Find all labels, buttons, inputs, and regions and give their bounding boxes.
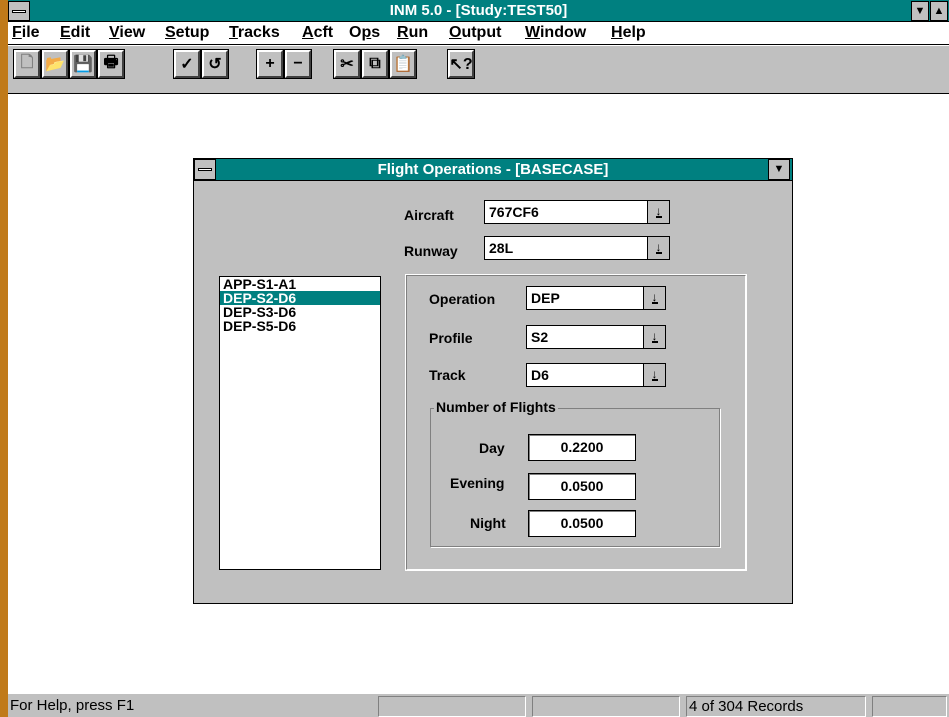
- dialog-titlebar[interactable]: Flight Operations - [BASECASE] ▼: [194, 159, 792, 181]
- track-combo[interactable]: D6 ↓: [526, 363, 666, 387]
- menu-ops[interactable]: Ops: [349, 24, 380, 42]
- status-panel: [872, 696, 947, 717]
- menu-window[interactable]: Window: [525, 24, 586, 42]
- plus-icon: +: [265, 55, 275, 72]
- runway-label: Runway: [404, 243, 458, 259]
- menu-output[interactable]: Output: [449, 24, 501, 42]
- menu-bar: File Edit View Setup Tracks Acft Ops Run…: [8, 22, 949, 45]
- app-titlebar[interactable]: INM 5.0 - [Study:TEST50] ▼ ▲: [8, 0, 949, 22]
- down-arrow-icon: ▼: [914, 5, 926, 17]
- open-button[interactable]: 📂: [41, 49, 69, 79]
- save-disk-icon: 💾: [73, 56, 93, 73]
- toolbar: 🗋 📂 💾 🖶 ✓ ↺ + − ✂ ⧉ 📋 ↖?: [8, 46, 949, 94]
- context-help-icon: ↖?: [449, 56, 473, 73]
- status-panel: [532, 696, 680, 717]
- profile-label: Profile: [429, 330, 473, 346]
- dropdown-arrow-icon[interactable]: ↓: [643, 364, 665, 386]
- new-file-button[interactable]: 🗋: [13, 49, 41, 79]
- check-icon: ✓: [180, 56, 194, 73]
- print-icon: 🖶: [103, 53, 119, 71]
- operation-label: Operation: [429, 291, 496, 307]
- night-label: Night: [470, 515, 506, 531]
- status-panel: [378, 696, 526, 717]
- menu-run[interactable]: Run: [397, 24, 428, 42]
- aircraft-combo[interactable]: 767CF6 ↓: [484, 200, 670, 224]
- menu-acft[interactable]: Acft: [302, 24, 333, 42]
- aircraft-label: Aircraft: [404, 207, 454, 223]
- flight-operations-dialog: Flight Operations - [BASECASE] ▼ Aircraf…: [193, 158, 793, 604]
- dialog-system-menu-button[interactable]: [194, 159, 216, 180]
- undo-button[interactable]: ↺: [201, 49, 229, 79]
- maximize-button[interactable]: ▲: [930, 1, 948, 21]
- status-records: 4 of 304 Records: [686, 696, 866, 717]
- evening-label: Evening: [450, 475, 505, 491]
- evening-input[interactable]: 0.0500: [528, 473, 636, 500]
- menu-file[interactable]: File: [12, 24, 40, 42]
- context-help-button[interactable]: ↖?: [447, 49, 475, 79]
- list-item[interactable]: APP-S1-A1: [220, 277, 380, 291]
- system-menu-icon: [198, 168, 212, 171]
- night-input[interactable]: 0.0500: [528, 510, 636, 537]
- day-input[interactable]: 0.2200: [528, 434, 636, 461]
- aircraft-value: 767CF6: [489, 204, 539, 220]
- open-folder-icon: 📂: [45, 56, 65, 73]
- dropdown-arrow-icon[interactable]: ↓: [643, 287, 665, 309]
- dropdown-arrow-icon[interactable]: ↓: [647, 201, 669, 223]
- mdi-client-area: Flight Operations - [BASECASE] ▼ Aircraf…: [8, 95, 949, 690]
- accept-button[interactable]: ✓: [173, 49, 201, 79]
- down-arrow-icon: ▼: [773, 163, 785, 175]
- profile-combo[interactable]: S2 ↓: [526, 325, 666, 349]
- minus-icon: −: [293, 55, 303, 72]
- list-item[interactable]: DEP-S3-D6: [220, 305, 380, 319]
- status-help-text: For Help, press F1: [10, 697, 135, 714]
- track-label: Track: [429, 367, 466, 383]
- print-button[interactable]: 🖶: [97, 49, 125, 79]
- up-arrow-icon: ▲: [933, 5, 945, 17]
- list-item-selected[interactable]: DEP-S2-D6: [220, 291, 380, 305]
- copy-icon: ⧉: [369, 55, 381, 72]
- dropdown-arrow-icon[interactable]: ↓: [647, 237, 669, 259]
- cut-button[interactable]: ✂: [333, 49, 361, 79]
- add-record-button[interactable]: +: [256, 49, 284, 79]
- profile-value: S2: [531, 329, 549, 345]
- number-of-flights-label: Number of Flights: [434, 399, 558, 415]
- runway-value: 28L: [489, 240, 514, 256]
- operations-list[interactable]: APP-S1-A1 DEP-S2-D6 DEP-S3-D6 DEP-S5-D6: [219, 276, 381, 570]
- app-title: INM 5.0 - [Study:TEST50]: [389, 2, 568, 19]
- cut-icon: ✂: [340, 56, 354, 73]
- track-value: D6: [531, 367, 549, 383]
- status-bar: For Help, press F1 4 of 304 Records: [8, 693, 949, 717]
- minimize-button[interactable]: ▼: [911, 1, 929, 21]
- dialog-minimize-button[interactable]: ▼: [768, 159, 790, 180]
- menu-setup[interactable]: Setup: [165, 24, 209, 42]
- list-item[interactable]: DEP-S5-D6: [220, 319, 380, 333]
- runway-combo[interactable]: 28L ↓: [484, 236, 670, 260]
- save-button[interactable]: 💾: [69, 49, 97, 79]
- menu-edit[interactable]: Edit: [60, 24, 90, 42]
- delete-record-button[interactable]: −: [284, 49, 312, 79]
- operation-value: DEP: [531, 290, 560, 306]
- menu-view[interactable]: View: [109, 24, 145, 42]
- copy-button[interactable]: ⧉: [361, 49, 389, 79]
- dialog-title: Flight Operations - [BASECASE]: [377, 161, 609, 178]
- paste-icon: 📋: [393, 56, 413, 73]
- new-file-icon: 🗋: [20, 53, 34, 71]
- day-label: Day: [479, 440, 505, 456]
- undo-icon: ↺: [208, 56, 222, 73]
- menu-tracks[interactable]: Tracks: [229, 24, 280, 42]
- menu-help[interactable]: Help: [611, 24, 646, 42]
- paste-button[interactable]: 📋: [389, 49, 417, 79]
- app-window: INM 5.0 - [Study:TEST50] ▼ ▲ File Edit V…: [8, 0, 949, 717]
- dropdown-arrow-icon[interactable]: ↓: [643, 326, 665, 348]
- operation-combo[interactable]: DEP ↓: [526, 286, 666, 310]
